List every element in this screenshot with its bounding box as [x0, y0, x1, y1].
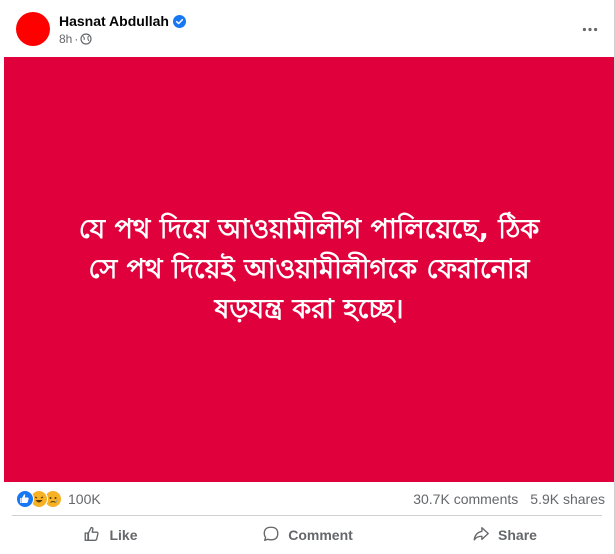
banner-line: ষড়যন্ত্র করা হচ্ছে। [214, 293, 404, 325]
like-label: Like [109, 527, 138, 543]
post-header: Hasnat Abdullah 8h · [0, 0, 615, 57]
like-button[interactable]: Like [12, 516, 209, 554]
reactions-summary[interactable]: 100K [16, 490, 101, 508]
post-banner[interactable]: যে পথ দিয়ে আওয়ামীলীগ পালিয়েছে, ঠিক সে… [4, 57, 614, 482]
banner-text: যে পথ দিয়ে আওয়ামীলীগ পালিয়েছে, ঠিক সে… [29, 210, 589, 330]
comment-button[interactable]: Comment [209, 516, 406, 554]
post-meta: 8h · [59, 32, 92, 46]
author-name[interactable]: Hasnat Abdullah [59, 13, 169, 29]
like-icon [16, 490, 34, 508]
post-stats: 100K 30.7K comments 5.9K shares [0, 482, 615, 516]
thumbs-up-icon [83, 525, 101, 546]
post-card: Hasnat Abdullah 8h · যে পথ দিয়ে আওয়ামী… [0, 0, 615, 554]
post-actions: Like Comment Share [12, 516, 603, 554]
share-label: Share [498, 527, 537, 543]
banner-line: সে পথ দিয়েই আওয়ামীলীগকে ফেরানোর [88, 253, 530, 285]
engagement-counts: 30.7K comments 5.9K shares [413, 491, 605, 507]
shares-count[interactable]: 5.9K shares [530, 491, 605, 507]
share-button[interactable]: Share [406, 516, 603, 554]
share-icon [472, 525, 490, 546]
banner-line: যে পথ দিয়ে আওয়ামীলীগ পালিয়েছে, ঠিক [78, 213, 540, 245]
meta-separator: · [74, 32, 79, 46]
post-time[interactable]: 8h [59, 32, 72, 46]
verified-badge-icon [172, 14, 186, 28]
comment-label: Comment [288, 527, 353, 543]
avatar[interactable] [16, 12, 50, 46]
comments-count[interactable]: 30.7K comments [413, 491, 518, 507]
author-row: Hasnat Abdullah [59, 13, 186, 29]
more-options-icon[interactable] [577, 16, 603, 42]
globe-icon [80, 33, 92, 45]
comment-icon [262, 525, 280, 546]
reactions-count: 100K [68, 491, 101, 507]
